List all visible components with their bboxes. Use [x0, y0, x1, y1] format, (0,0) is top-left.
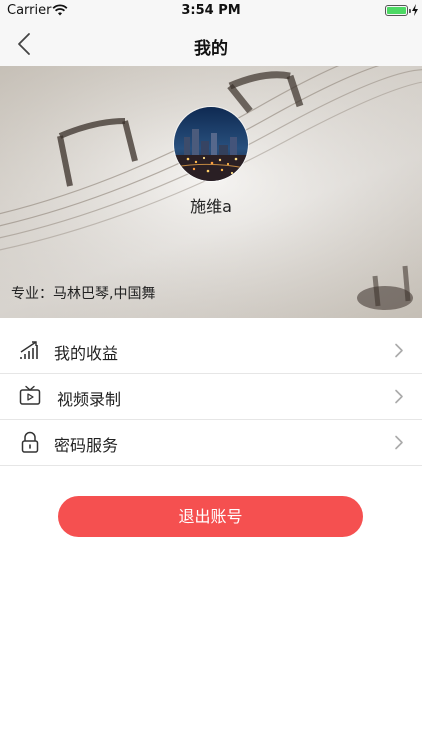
menu-item-video-recording[interactable]: 视频录制: [0, 374, 422, 420]
clock: 3:54 PM: [181, 3, 241, 18]
logout-button[interactable]: 退出账号: [58, 496, 363, 537]
status-bar: Carrier 3:54 PM: [0, 0, 422, 22]
menu-item-earnings[interactable]: 我的收益: [0, 328, 422, 374]
username: 施维a: [190, 197, 232, 216]
avatar[interactable]: [173, 106, 249, 182]
menu-item-label: 我的收益: [54, 344, 119, 363]
nav-bar: 我的: [0, 22, 422, 66]
tv-video-icon: [19, 385, 41, 405]
menu-list: 我的收益 视频录制 密码服务: [0, 328, 422, 466]
charging-bolt-icon: [412, 4, 418, 16]
chevron-right-icon: [395, 389, 403, 404]
page-title: 我的: [194, 39, 228, 59]
menu-item-password-service[interactable]: 密码服务: [0, 420, 422, 466]
city-night-avatar-image: [174, 107, 248, 181]
music-sheet-background-image: [0, 66, 422, 318]
battery-icon: [385, 5, 408, 16]
chevron-right-icon: [395, 435, 403, 450]
chevron-right-icon: [395, 343, 403, 358]
major-label: 专业：: [11, 286, 53, 302]
screen: Carrier 3:54 PM 我的 施维a 专业：马林巴琴,中国舞 我的收益 …: [0, 0, 422, 750]
earnings-chart-icon: [20, 341, 38, 359]
major-line: 专业：马林巴琴,中国舞: [11, 283, 155, 303]
lock-icon: [21, 431, 39, 453]
profile-banner: 施维a 专业：马林巴琴,中国舞: [0, 66, 422, 318]
battery-level: [387, 7, 406, 14]
menu-item-label: 视频录制: [57, 390, 122, 409]
menu-item-label: 密码服务: [54, 436, 119, 455]
major-value: 马林巴琴,中国舞: [53, 286, 156, 302]
